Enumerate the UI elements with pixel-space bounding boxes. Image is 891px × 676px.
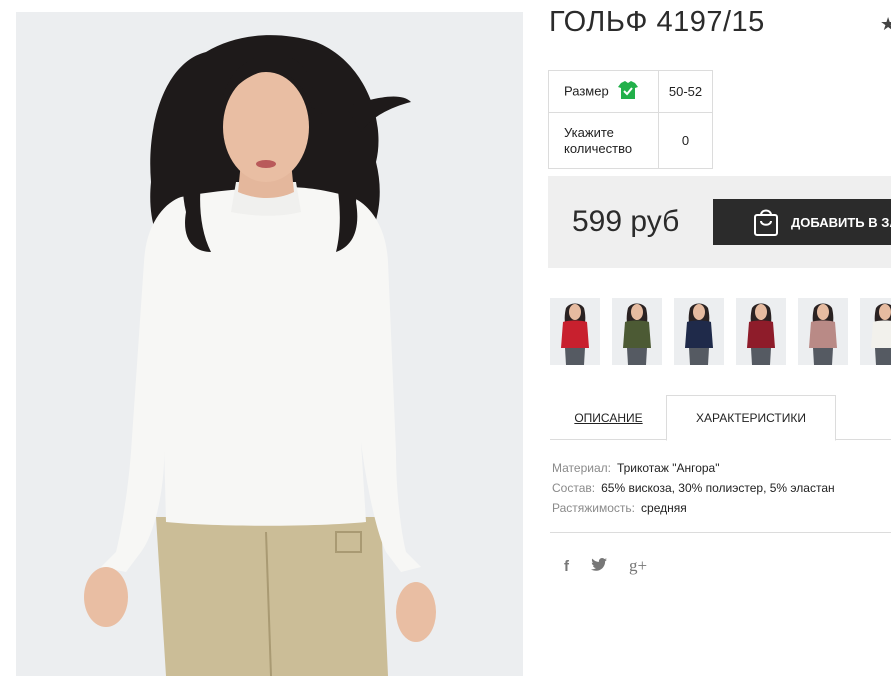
tab-description[interactable]: ОПИСАНИЕ bbox=[550, 395, 667, 440]
product-options-table: Размер 50-52 Укажите количество 0 bbox=[548, 70, 713, 169]
color-thumbnail-burgundy[interactable] bbox=[736, 298, 786, 365]
product-title: ГОЛЬФ 4197/15 bbox=[549, 6, 765, 38]
spec-key: Состав: bbox=[552, 481, 596, 495]
spec-value: 65% вискоза, 30% полиэстер, 5% эластан bbox=[601, 481, 835, 495]
price-block: 599 руб ДОБАВИТЬ В ЗА bbox=[548, 176, 891, 268]
characteristics-list: Материал: Трикотаж "Ангора" Состав: 65% ви… bbox=[552, 458, 835, 518]
size-label-cell: Размер bbox=[548, 70, 659, 113]
add-to-cart-button[interactable]: ДОБАВИТЬ В ЗА bbox=[713, 199, 891, 245]
spec-value: средняя bbox=[641, 501, 687, 515]
model-photo-illustration bbox=[16, 12, 523, 676]
size-label: Размер bbox=[564, 82, 609, 98]
product-main-photo[interactable] bbox=[16, 12, 523, 676]
spec-row: Материал: Трикотаж "Ангора" bbox=[552, 458, 835, 478]
color-thumbnails bbox=[550, 298, 891, 366]
quantity-label-line1: Укажите bbox=[564, 124, 614, 140]
size-value-select[interactable]: 50-52 bbox=[658, 70, 713, 113]
product-tabs: ОПИСАНИЕ ХАРАКТЕРИСТИКИ bbox=[550, 395, 891, 441]
spec-key: Растяжимость: bbox=[552, 501, 636, 515]
twitter-icon[interactable] bbox=[591, 557, 607, 575]
shopping-bag-icon bbox=[753, 207, 779, 237]
googleplus-icon[interactable]: g+ bbox=[629, 556, 647, 576]
color-thumbnail-red[interactable] bbox=[550, 298, 600, 365]
quantity-input[interactable]: 0 bbox=[658, 112, 713, 169]
social-share: f g+ bbox=[564, 556, 669, 576]
color-thumbnail-dusty-pink[interactable] bbox=[798, 298, 848, 365]
quantity-row: Укажите количество 0 bbox=[548, 112, 713, 169]
product-price: 599 руб bbox=[572, 205, 680, 238]
spec-value: Трикотаж "Ангора" bbox=[616, 461, 720, 475]
size-row: Размер 50-52 bbox=[548, 70, 713, 113]
spec-key: Материал: bbox=[552, 461, 611, 475]
add-to-cart-label: ДОБАВИТЬ В ЗА bbox=[791, 214, 891, 230]
divider bbox=[550, 532, 891, 533]
color-thumbnail-olive[interactable] bbox=[612, 298, 662, 365]
quantity-label-line2: количество bbox=[564, 140, 633, 156]
facebook-icon[interactable]: f bbox=[564, 558, 569, 575]
color-thumbnail-white[interactable] bbox=[860, 298, 891, 365]
color-thumbnail-navy[interactable] bbox=[674, 298, 724, 365]
spec-row: Растяжимость: средняя bbox=[552, 498, 835, 518]
size-check-icon[interactable] bbox=[618, 80, 639, 103]
tab-characteristics[interactable]: ХАРАКТЕРИСТИКИ bbox=[666, 395, 836, 441]
favorite-star-icon[interactable]: ★ bbox=[880, 14, 891, 35]
quantity-label-cell: Укажите количество bbox=[548, 112, 659, 169]
spec-row: Состав: 65% вискоза, 30% полиэстер, 5% эл… bbox=[552, 478, 835, 498]
